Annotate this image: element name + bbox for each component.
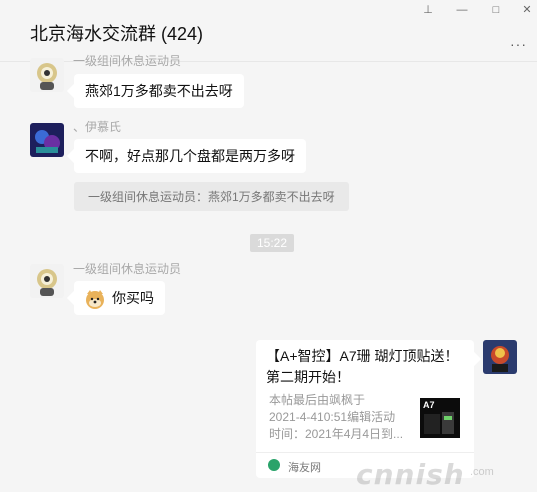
timestamp: 15:22 xyxy=(250,234,294,252)
my-avatar[interactable] xyxy=(483,340,517,374)
chat-title: 北京海水交流群 (424) xyxy=(30,24,204,44)
card-title: 【A+智控】A7珊 瑚灯顶贴送！第二期开始！ xyxy=(266,348,459,385)
message-bubble[interactable]: 燕郊1万多都卖不出去呀 xyxy=(74,74,244,108)
source-logo-icon xyxy=(268,459,280,471)
more-options-icon[interactable]: ··· xyxy=(510,36,527,52)
card-desc-line: 2021-4-410:51编辑活动 xyxy=(269,410,396,424)
close-icon[interactable]: ✕ xyxy=(516,3,537,17)
card-thumbnail: A7 xyxy=(420,398,460,438)
pin-icon[interactable]: ⊥ xyxy=(417,3,439,17)
maximize-icon[interactable]: □ xyxy=(485,3,507,17)
sender-name: 、伊慕氏 xyxy=(73,120,122,134)
doge-emoji-icon xyxy=(84,288,106,310)
message-bubble[interactable]: 不啊，好点那几个盘都是两万多呀 xyxy=(74,139,306,173)
watermark-suffix: .com xyxy=(470,466,494,478)
card-description: 本帖最后由飒枫于 2021-4-410:51编辑活动 时间：2021年4月4日到… xyxy=(269,392,419,443)
quoted-message[interactable]: 一级组间休息运动员：燕郊1万多都卖不出去呀 xyxy=(74,182,349,211)
avatar[interactable] xyxy=(30,264,64,298)
watermark: cnnish xyxy=(356,458,465,491)
avatar[interactable] xyxy=(30,58,64,92)
card-thumb-text: A7 xyxy=(423,400,435,410)
message-bubble[interactable]: 你买吗 xyxy=(74,281,165,315)
card-source: 海友网 xyxy=(288,462,321,474)
sender-name: 一级组间休息运动员 xyxy=(73,262,182,276)
card-desc-line: 本帖最后由飒枫于 xyxy=(269,393,366,407)
sender-name: 一级组间休息运动员 xyxy=(73,54,182,68)
minimize-icon[interactable]: — xyxy=(451,3,473,17)
avatar[interactable] xyxy=(30,123,64,157)
message-text: 你买吗 xyxy=(112,290,154,306)
card-desc-line: 时间：2021年4月4日到... xyxy=(269,427,404,441)
